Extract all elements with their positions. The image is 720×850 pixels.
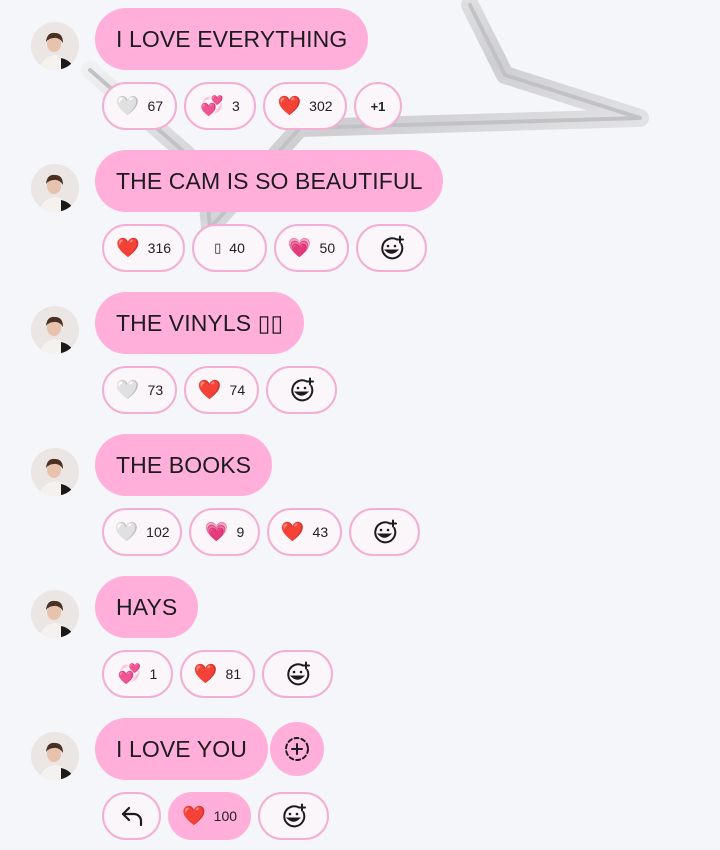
reaction-chip-selected[interactable]: ❤️ 100 [168,792,251,840]
reaction-chip[interactable]: 💞 3 [184,82,256,130]
reply-button[interactable] [102,792,161,840]
unknown-emoji-icon: ▯ [214,240,222,256]
add-reaction-icon [290,377,314,402]
reaction-count: 50 [319,240,336,256]
red-heart-icon: ❤️ [193,662,218,685]
reaction-chip[interactable]: 💞 1 [102,650,173,698]
reaction-chip[interactable]: ❤️ 81 [180,650,255,698]
reaction-chip[interactable]: 🤍 102 [102,508,182,556]
white-heart-icon: 🤍 [115,94,140,117]
red-heart-icon: ❤️ [197,378,222,401]
reaction-count: 67 [147,98,164,114]
red-heart-icon: ❤️ [277,94,302,117]
avatar[interactable] [31,448,79,496]
reaction-row: 💞 1 ❤️ 81 [102,650,333,698]
more-reactions-button[interactable]: +1 [354,82,402,130]
add-reaction-circle-button[interactable] [270,722,324,776]
add-reaction-button[interactable] [262,650,333,698]
reaction-chip[interactable]: ❤️ 43 [267,508,342,556]
red-heart-icon: ❤️ [115,236,140,259]
add-reaction-icon [380,235,404,260]
reaction-count: 102 [146,524,170,540]
add-reaction-button[interactable] [266,366,337,414]
reaction-count: 100 [213,808,238,824]
reaction-chip[interactable]: 💗 50 [274,224,349,272]
reaction-count: 1 [149,666,158,682]
reaction-count: 74 [229,382,246,398]
message-bubble[interactable]: THE BOOKS [95,434,273,496]
reaction-count: 316 [147,240,172,256]
reaction-chip[interactable]: ❤️ 74 [184,366,259,414]
add-reaction-button[interactable] [356,224,427,272]
sparkling-heart-icon: 💗 [287,236,312,259]
message-bubble[interactable]: THE CAM IS SO BEAUTIFUL [95,150,444,212]
red-heart-icon: ❤️ [181,804,206,827]
add-reaction-icon [373,519,397,544]
message-bubble[interactable]: THE VINYLS ▯▯ [95,292,305,354]
two-hearts-icon: 💞 [117,662,142,685]
two-hearts-icon: 💞 [200,94,224,117]
reaction-chip[interactable]: 🤍 67 [102,82,177,130]
reaction-chip[interactable]: ❤️ 302 [263,82,347,130]
reaction-row: 🤍 102 💗 9 ❤️ 43 [102,508,420,556]
add-reaction-button[interactable] [349,508,420,556]
reaction-row: ❤️ 316 ▯ 40 💗 50 [102,224,427,272]
reaction-chip[interactable]: ▯ 40 [192,224,267,272]
reaction-count: 73 [147,382,164,398]
red-heart-icon: ❤️ [280,520,305,543]
more-reactions-label: +1 [370,98,386,114]
add-reaction-icon [286,661,310,686]
reaction-count: 40 [229,240,245,256]
reply-icon [121,806,142,827]
message-bubble[interactable]: I LOVE EVERYTHING [95,8,369,70]
avatar[interactable] [31,732,79,780]
reaction-count: 81 [225,666,242,682]
avatar[interactable] [31,590,79,638]
add-reaction-icon [282,803,306,828]
reaction-chip[interactable]: 🤍 73 [102,366,177,414]
reaction-count: 43 [312,524,329,540]
avatar[interactable] [31,22,79,70]
white-heart-icon: 🤍 [115,378,140,401]
reaction-chip[interactable]: ❤️ 316 [102,224,185,272]
message-bubble[interactable]: I LOVE YOU [95,718,268,780]
add-reaction-button[interactable] [258,792,329,840]
reaction-row: 🤍 73 ❤️ 74 [102,366,337,414]
avatar[interactable] [31,164,79,212]
reaction-chip[interactable]: 💗 9 [189,508,260,556]
reaction-count: 9 [236,524,245,540]
reaction-count: 3 [231,98,240,114]
message-bubble[interactable]: HAYS [95,576,199,638]
reaction-row: 🤍 67 💞 3 ❤️ 302 +1 [102,82,402,130]
reaction-row: ❤️ 100 [102,792,329,840]
avatar[interactable] [31,306,79,354]
reaction-count: 302 [309,98,333,114]
sparkling-heart-icon: 💗 [204,520,229,543]
white-heart-icon: 🤍 [114,520,139,543]
add-reaction-circle-icon [285,737,309,761]
